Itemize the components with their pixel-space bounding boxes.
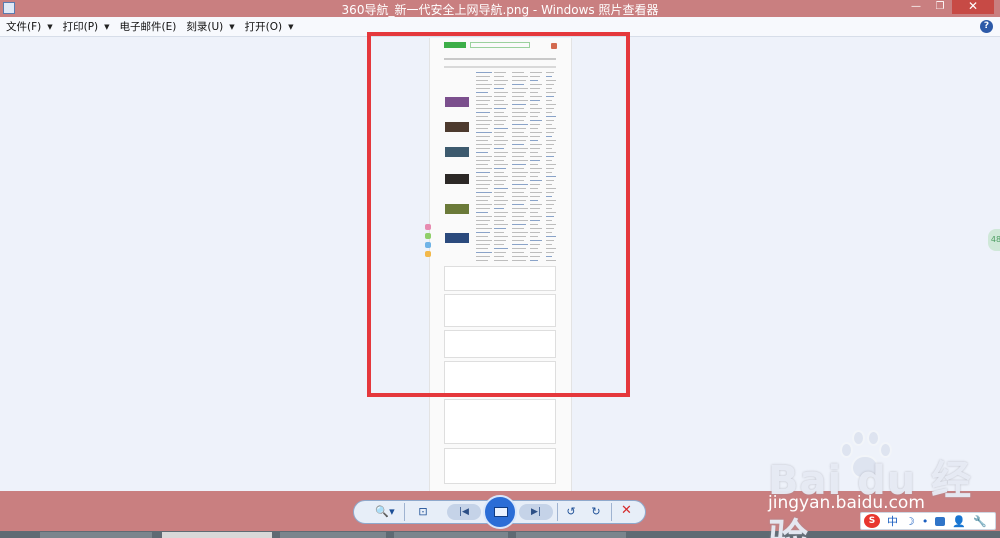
menu-burn-label: 刻录(U): [186, 21, 224, 33]
title-bar: 360导航_新一代安全上网导航.png - Windows 照片查看器 — ❐ …: [0, 0, 1000, 17]
paw-toe: [867, 430, 880, 446]
taskbar-item[interactable]: [394, 532, 508, 538]
taskbar-item[interactable]: [516, 532, 626, 538]
previous-button[interactable]: |◀: [447, 504, 481, 520]
slideshow-button[interactable]: [483, 495, 517, 529]
sogou-logo-icon[interactable]: S: [864, 514, 880, 528]
chevron-down-icon: ▼: [104, 22, 110, 31]
chevron-down-icon: ▼: [288, 22, 294, 31]
watermark-url: jingyan.baidu.com: [768, 493, 925, 513]
chevron-down-icon: ▼: [47, 22, 53, 31]
menu-print-label: 打印(P): [62, 21, 99, 33]
menu-email[interactable]: 电子邮件(E): [114, 18, 181, 36]
ime-toolbar: S 中 ☽ • 👤 🔧: [860, 512, 996, 530]
toolbar-separator: [404, 503, 405, 521]
taskbar-item[interactable]: [280, 532, 386, 538]
menu-open[interactable]: 打开(O) ▼: [239, 18, 298, 36]
menu-file[interactable]: 文件(F) ▼: [0, 18, 57, 36]
menu-burn[interactable]: 刻录(U) ▼: [180, 18, 238, 36]
keyboard-icon[interactable]: [935, 516, 946, 526]
menu-open-label: 打开(O): [244, 21, 283, 33]
moon-icon[interactable]: ☽: [905, 515, 915, 528]
image-viewer[interactable]: 48: [0, 32, 1000, 491]
ime-language[interactable]: 中: [887, 513, 898, 529]
slideshow-icon: [494, 507, 508, 517]
tools-icon[interactable]: 🔧: [973, 515, 987, 528]
delete-button[interactable]: ✕: [621, 503, 632, 518]
minimize-button[interactable]: —: [904, 0, 928, 14]
image-section: [444, 399, 556, 444]
red-highlight-box: [367, 32, 630, 397]
side-float-tab[interactable]: 48: [988, 229, 1000, 251]
chevron-down-icon: ▼: [229, 22, 235, 31]
taskbar-item[interactable]: [162, 532, 272, 538]
menu-file-label: 文件(F): [6, 21, 42, 33]
image-section: [444, 448, 556, 484]
zoom-button[interactable]: 🔍▾: [372, 504, 398, 520]
toolbar-separator: [557, 503, 558, 521]
rotate-left-button[interactable]: ↺: [563, 504, 579, 520]
next-button[interactable]: ▶|: [519, 504, 553, 520]
actual-size-button[interactable]: ⊡: [414, 504, 432, 520]
paw-toe: [852, 430, 865, 446]
menu-print[interactable]: 打印(P) ▼: [57, 18, 114, 36]
taskbar-item[interactable]: [40, 532, 152, 538]
close-button[interactable]: ✕: [952, 0, 994, 14]
rotate-right-button[interactable]: ↻: [588, 504, 604, 520]
menu-email-label: 电子邮件(E): [119, 21, 177, 33]
window-title: 360导航_新一代安全上网导航.png - Windows 照片查看器: [341, 3, 659, 17]
punctuation-icon[interactable]: •: [922, 515, 929, 528]
window-controls: — ❐ ✕: [904, 0, 994, 14]
user-icon[interactable]: 👤: [952, 515, 966, 528]
help-icon[interactable]: ?: [980, 20, 993, 33]
toolbar-separator: [611, 503, 612, 521]
maximize-button[interactable]: ❐: [928, 0, 952, 14]
